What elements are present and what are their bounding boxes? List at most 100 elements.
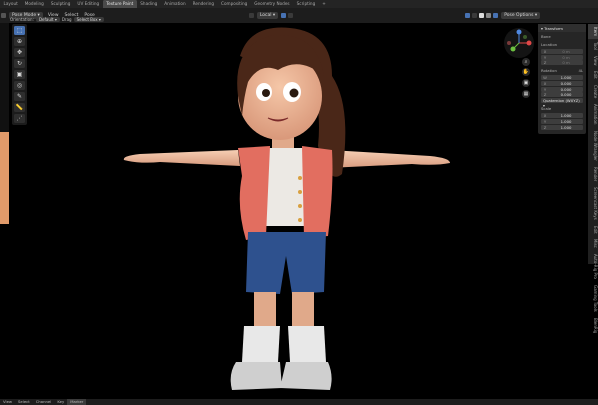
editor-type-icon[interactable] [1, 13, 6, 18]
transform-orientation-icon[interactable] [248, 13, 254, 18]
zoom-button[interactable]: ⌕ [522, 58, 530, 66]
jacket-right [302, 146, 333, 238]
sidebar-tab-render[interactable]: Render [588, 164, 598, 184]
sidebar-tab-blenrig[interactable]: BlenRig [588, 315, 598, 336]
sidebar-tab-view[interactable]: View [588, 53, 598, 69]
tab-uv-editing[interactable]: UV Editing [74, 0, 103, 8]
tab-shading[interactable]: Shading [137, 0, 161, 8]
tab-layout[interactable]: Layout [0, 0, 21, 8]
drag-value: Select Box [76, 16, 98, 22]
pose-tool[interactable]: ⋰ [14, 114, 25, 123]
gizmo-x-handle[interactable] [526, 40, 532, 46]
field-value: 0.000 [560, 80, 572, 86]
tab-geometry-nodes[interactable]: Geometry Nodes [251, 0, 293, 8]
tab-modeling[interactable]: Modeling [21, 0, 47, 8]
orientation-label: Orientation: [10, 16, 34, 22]
measure-icon: 📏 [15, 104, 24, 111]
field-value: 1.000 [560, 124, 572, 130]
gizmo-neg-x-handle[interactable] [507, 41, 511, 45]
rotation-mode-dropdown[interactable]: Quaternion (WXYZ) ▾ [541, 98, 583, 108]
sidebar-tab-edit-2[interactable]: Edit [588, 223, 598, 237]
rotate-tool[interactable]: ↻ [14, 59, 25, 68]
orientation-dropdown[interactable]: Default ▾ [35, 16, 60, 22]
sidebar-tab-screencast-keys[interactable]: Screencast Keys [588, 184, 598, 223]
pose-options-dropdown[interactable]: Pose Options ▾ [501, 12, 541, 19]
sidebar-tab-node-wrangler[interactable]: Node Wrangler [588, 128, 598, 164]
left-area-edge [0, 23, 9, 132]
left-leg [254, 292, 276, 328]
transform-icon: ◎ [16, 82, 23, 89]
axis-label: X [543, 48, 547, 54]
rotation-z-field[interactable]: Z 0.000 [541, 92, 583, 98]
proportional-icon[interactable] [288, 13, 294, 18]
axis-label: Z [543, 124, 547, 130]
shading-material-icon[interactable] [486, 13, 492, 18]
rotation-y-field[interactable]: Y 0.000 [541, 86, 583, 92]
timeline-menu-select[interactable]: Select [15, 399, 33, 405]
tab-texture-paint[interactable]: Texture Paint [102, 0, 137, 8]
sidebar-tab-create[interactable]: Create [588, 82, 598, 101]
sidebar-tab-animation[interactable]: Animation [588, 101, 598, 127]
scale-x-field[interactable]: X 1.000 [541, 113, 583, 119]
timeline-menu-view[interactable]: View [0, 399, 15, 405]
scale-y-field[interactable]: Y 1.000 [541, 118, 583, 124]
right-pupil [289, 88, 299, 98]
sidebar-tab-item[interactable]: Item [588, 24, 598, 40]
gizmo-neg-y-handle[interactable] [523, 35, 527, 39]
location-y-field[interactable]: Y 0 m [541, 54, 583, 60]
tab-compositing[interactable]: Compositing [218, 0, 251, 8]
transform-tool[interactable]: ◎ [14, 81, 25, 90]
shading-rendered-icon[interactable] [493, 13, 499, 18]
jacket-button [298, 190, 302, 194]
tab-sculpting[interactable]: Sculpting [47, 0, 74, 8]
overlay-icon[interactable] [465, 13, 471, 18]
sidebar-tab-tool[interactable]: Tool [588, 39, 598, 53]
drag-dropdown[interactable]: Select Box ▾ [73, 16, 104, 22]
camera-view-button[interactable]: ▣ [522, 79, 530, 87]
grid-icon: ▦ [523, 91, 529, 97]
annotate-tool[interactable]: ✎ [14, 92, 25, 101]
sidebar-n-panel: ▾ Transform Bone Location X 0 m Y 0 m Z 0 m… [538, 24, 586, 134]
navigation-gizmo[interactable] [502, 26, 536, 60]
character-model[interactable] [120, 26, 455, 396]
rotation-mode-tag: 4L [578, 67, 583, 73]
gizmo-y-handle[interactable] [510, 46, 516, 52]
jacket-button [298, 176, 302, 180]
select-box-tool[interactable]: ⬚ [14, 26, 25, 35]
sidebar-tab-auto-rig-pro[interactable]: Auto-Rig Pro [588, 251, 598, 282]
measure-tool[interactable]: 📏 [14, 103, 25, 112]
rotation-w-field[interactable]: W 1.000 [541, 74, 583, 80]
pan-button[interactable]: ✋ [522, 68, 530, 76]
sidebar-tab-misc[interactable]: Misc [588, 236, 598, 251]
timeline-menu-channel[interactable]: Channel [33, 399, 55, 405]
timeline-menu-marker[interactable]: Marker [67, 399, 87, 405]
tab-rendering[interactable]: Rendering [189, 0, 217, 8]
cursor-tool[interactable]: ⊕ [14, 37, 25, 46]
scale-tool[interactable]: ▣ [14, 70, 25, 79]
sidebar-tab-edit[interactable]: Edit [588, 68, 598, 82]
sidebar-tab-gaming-tools[interactable]: Gaming Tools [588, 282, 598, 315]
add-workspace-button[interactable]: + [319, 0, 330, 8]
shading-solid-icon[interactable] [479, 13, 485, 18]
tab-scripting[interactable]: Scripting [293, 0, 319, 8]
snap-icon[interactable] [281, 13, 287, 18]
location-label: Location [541, 41, 558, 47]
transform-space-label: Local [259, 13, 272, 18]
perspective-toggle-button[interactable]: ▦ [522, 90, 530, 98]
move-tool[interactable]: ✥ [14, 48, 25, 57]
right-leg [292, 292, 314, 328]
axis-label: Y [543, 86, 547, 92]
rotation-x-field[interactable]: X 0.000 [541, 80, 583, 86]
jacket-button [298, 204, 302, 208]
tab-animation[interactable]: Animation [161, 0, 189, 8]
transform-space-dropdown[interactable]: Local ▾ [256, 12, 279, 19]
location-z-field[interactable]: Z 0 m [541, 60, 583, 66]
move-icon: ✥ [16, 49, 23, 56]
location-x-field[interactable]: X 0 m [541, 48, 583, 54]
transform-panel-header[interactable]: ▾ Transform [538, 24, 586, 32]
xray-icon[interactable] [472, 13, 478, 18]
scale-z-field[interactable]: Z 1.000 [541, 124, 583, 130]
timeline-menu-key[interactable]: Key [54, 399, 67, 405]
hand-icon: ✋ [522, 69, 530, 75]
gizmo-z-handle[interactable] [516, 29, 522, 35]
